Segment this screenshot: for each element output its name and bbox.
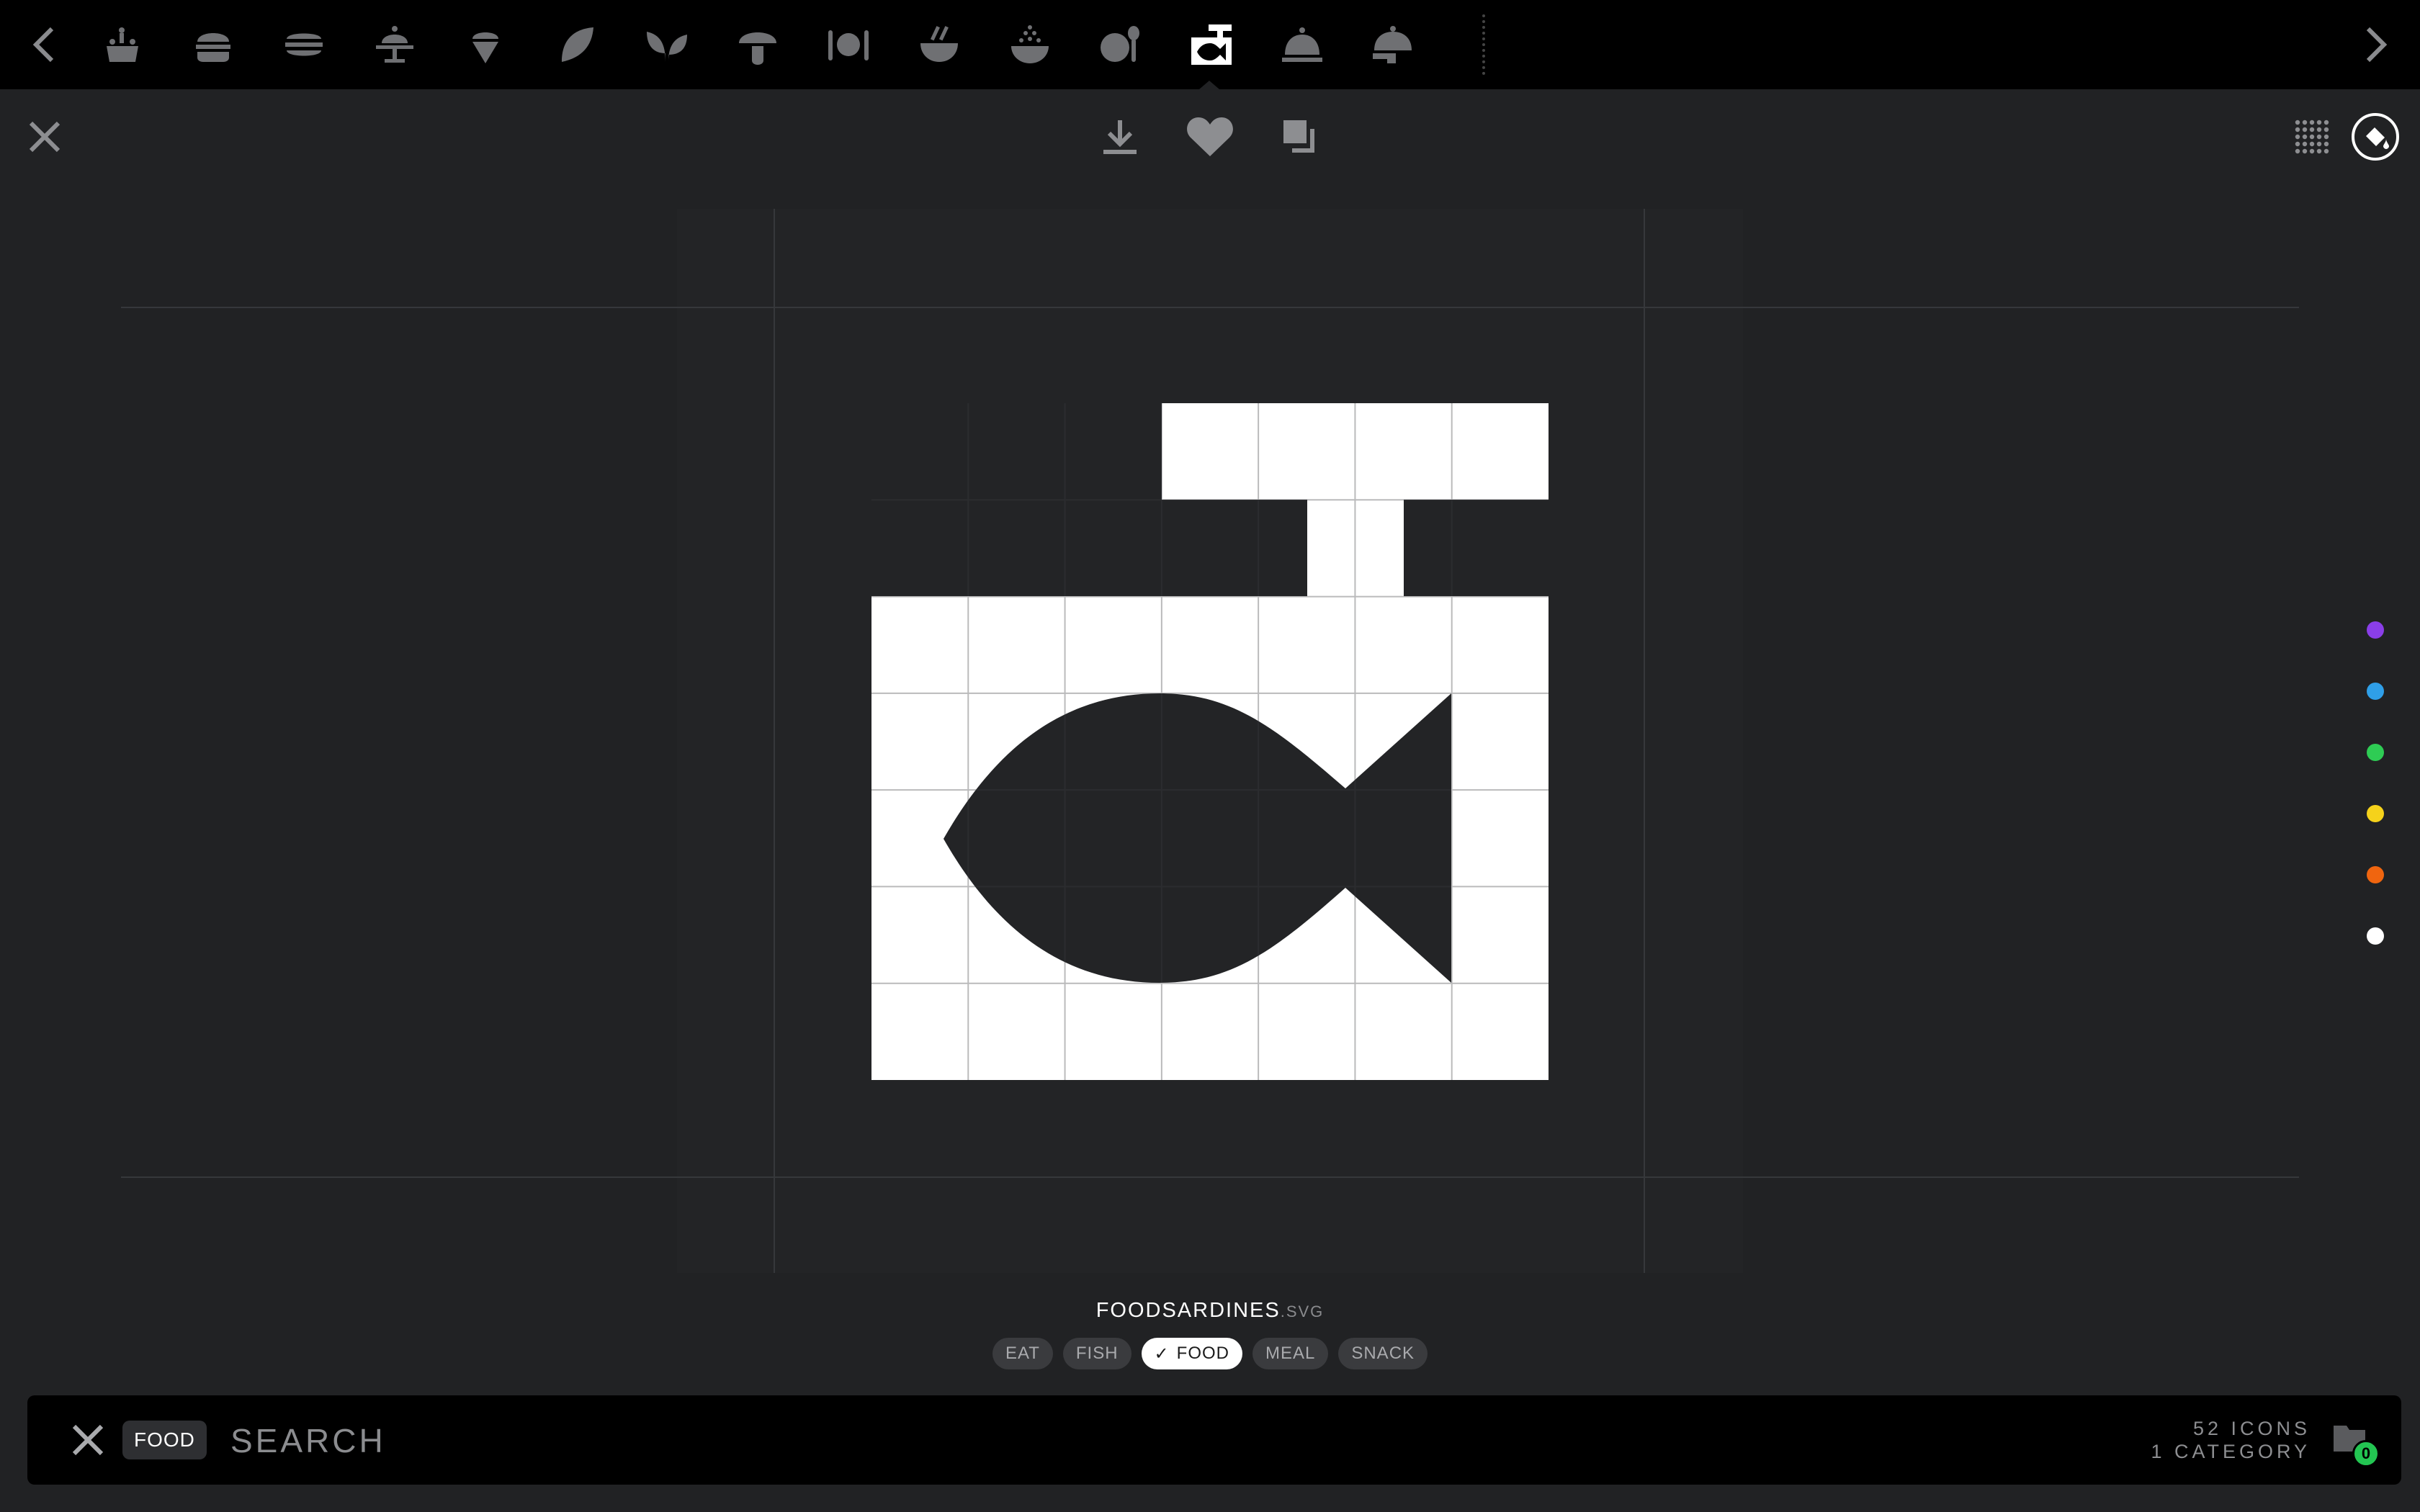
chevron-right-icon bbox=[2366, 27, 2388, 63]
strip-item-leaf[interactable] bbox=[547, 16, 605, 73]
color-swatch-blue[interactable] bbox=[2367, 683, 2384, 700]
grid-view-button[interactable] bbox=[2283, 108, 2341, 166]
file-basename: FOODSARDINES bbox=[1095, 1299, 1281, 1322]
strip-item-sprout[interactable] bbox=[638, 16, 696, 73]
tag-label: FISH bbox=[1075, 1344, 1119, 1363]
burger-icon bbox=[196, 33, 230, 62]
guide-line-bottom bbox=[121, 1176, 2299, 1178]
rice-bowl-icon bbox=[1011, 25, 1049, 63]
download-icon bbox=[1103, 120, 1137, 154]
color-swatch-orange[interactable] bbox=[2367, 866, 2384, 883]
file-extension: .SVG bbox=[1280, 1302, 1325, 1320]
cupcake-icon bbox=[376, 26, 413, 63]
tag-food[interactable]: ✓ FOOD bbox=[1141, 1338, 1242, 1369]
tag-eat[interactable]: EAT bbox=[992, 1338, 1053, 1369]
result-counts: 52 ICONS 1 CATEGORY bbox=[2151, 1417, 2311, 1463]
search-input[interactable] bbox=[229, 1413, 2105, 1469]
strip-item-cloche[interactable] bbox=[1273, 16, 1331, 73]
sandwich-icon bbox=[285, 33, 323, 56]
grid-dots-icon bbox=[2295, 120, 2329, 154]
strip-item-cake[interactable] bbox=[94, 16, 151, 73]
paint-bucket-icon bbox=[2352, 113, 2399, 161]
guide-line-left bbox=[774, 209, 775, 1273]
icon-strip bbox=[0, 0, 2420, 89]
color-swatch-purple[interactable] bbox=[2367, 621, 2384, 639]
copy-button[interactable] bbox=[1271, 108, 1329, 166]
sardines-can-glyph bbox=[871, 403, 1549, 1080]
tag-snack[interactable]: SNACK bbox=[1338, 1338, 1428, 1369]
ice-cream-icon bbox=[472, 32, 498, 63]
strip-item-cupcake[interactable] bbox=[366, 16, 424, 73]
close-icon bbox=[29, 121, 60, 153]
tag-label: FOOD bbox=[1176, 1344, 1229, 1363]
search-bar: FOOD 52 ICONS 1 CATEGORY 0 bbox=[27, 1395, 2401, 1485]
collection-count-badge: 0 bbox=[2352, 1440, 2380, 1467]
active-icon-caret bbox=[1199, 81, 1219, 89]
strip-item-plate-spoon[interactable] bbox=[1092, 16, 1150, 73]
sprout-icon bbox=[647, 32, 687, 62]
leaf-icon bbox=[562, 27, 593, 62]
strip-item-noodle-bowl[interactable] bbox=[910, 16, 968, 73]
category-count: 1 CATEGORY bbox=[2151, 1441, 2311, 1462]
checkmark-icon: ✓ bbox=[1154, 1344, 1170, 1364]
chevron-left-icon bbox=[32, 27, 54, 63]
close-icon bbox=[72, 1424, 104, 1456]
strip-item-serving-tray[interactable] bbox=[1364, 16, 1422, 73]
file-name: FOODSARDINES.SVG bbox=[0, 1299, 2420, 1323]
plate-spoon-icon bbox=[1101, 26, 1139, 62]
plate-cutlery-icon bbox=[828, 30, 869, 60]
tag-label: SNACK bbox=[1351, 1344, 1415, 1363]
sardines-can-preview bbox=[871, 403, 1549, 1080]
download-button[interactable] bbox=[1091, 108, 1149, 166]
cloche-icon bbox=[1282, 27, 1322, 62]
strip-item-sandwich[interactable] bbox=[275, 16, 333, 73]
serving-tray-icon bbox=[1373, 26, 1412, 63]
noodle-bowl-icon bbox=[920, 26, 958, 62]
strip-item-mushroom[interactable] bbox=[729, 16, 786, 73]
strip-item-ice-cream[interactable] bbox=[457, 16, 514, 73]
close-button[interactable] bbox=[16, 108, 73, 166]
mushroom-icon bbox=[739, 32, 776, 65]
strip-item-sardines-can[interactable] bbox=[1183, 16, 1240, 73]
guide-line-right bbox=[1644, 209, 1645, 1273]
next-icon-button[interactable] bbox=[2331, 0, 2420, 89]
heart-icon bbox=[1187, 117, 1233, 156]
strip-item-burger[interactable] bbox=[184, 16, 242, 73]
color-swatch-green[interactable] bbox=[2367, 744, 2384, 761]
strip-item-plate-cutlery[interactable] bbox=[820, 16, 877, 73]
clear-search-button[interactable] bbox=[60, 1413, 115, 1467]
previous-icon-button[interactable] bbox=[0, 0, 89, 89]
tag-fish[interactable]: FISH bbox=[1062, 1338, 1131, 1369]
tag-label: EAT bbox=[1005, 1344, 1040, 1363]
strip-divider bbox=[1482, 14, 1485, 75]
favorite-button[interactable] bbox=[1181, 108, 1239, 166]
sardines-can-icon bbox=[1191, 24, 1232, 65]
guide-line-top bbox=[121, 307, 2299, 308]
tag-meal[interactable]: MEAL bbox=[1252, 1338, 1329, 1369]
category-filter-chip[interactable]: FOOD bbox=[122, 1421, 207, 1459]
tag-label: MEAL bbox=[1265, 1344, 1316, 1363]
copy-icon bbox=[1283, 120, 1314, 153]
color-swatch-white[interactable] bbox=[2367, 927, 2384, 945]
cake-icon bbox=[107, 27, 138, 62]
color-swatch-yellow[interactable] bbox=[2367, 805, 2384, 822]
strip-item-rice-bowl[interactable] bbox=[1001, 16, 1059, 73]
collection-button[interactable]: 0 bbox=[2329, 1417, 2380, 1467]
tag-list: EAT FISH ✓ FOOD MEAL SNACK bbox=[0, 1338, 2420, 1369]
icon-count: 52 ICONS bbox=[2192, 1418, 2311, 1439]
color-fill-button[interactable] bbox=[2345, 107, 2406, 167]
